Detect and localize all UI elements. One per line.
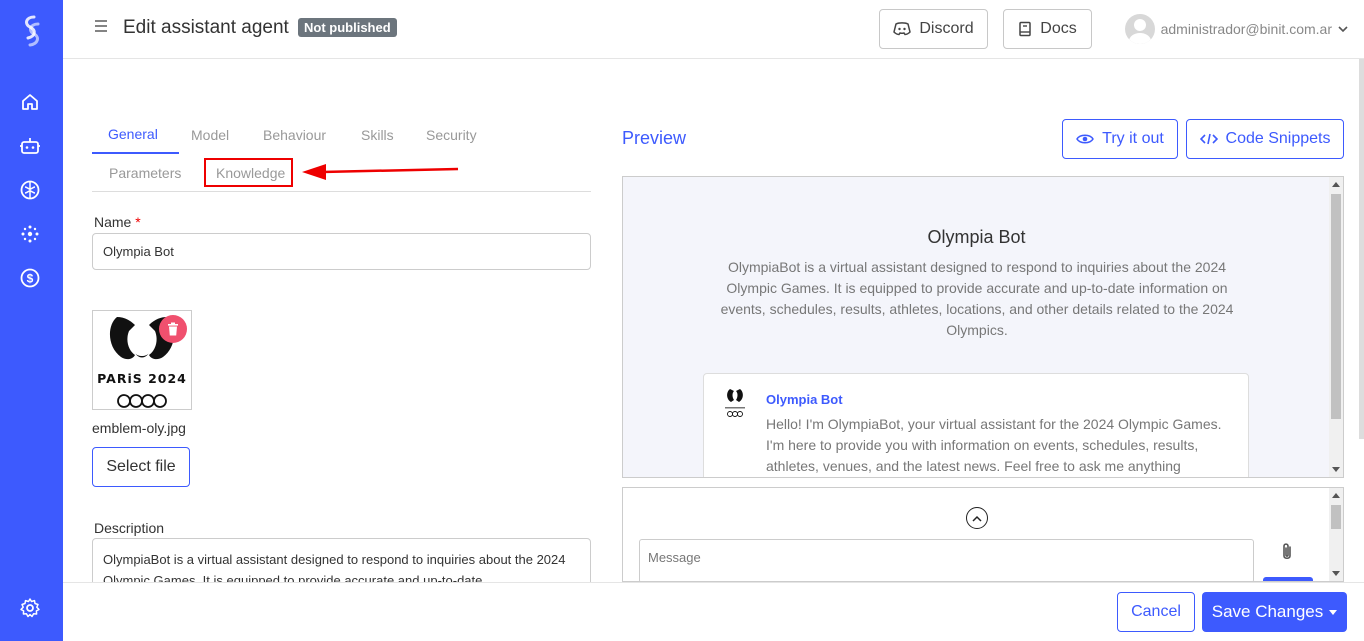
page-scrollbar[interactable]	[1359, 59, 1364, 439]
tab-parameters[interactable]: Parameters	[109, 165, 181, 181]
code-snippets-label: Code Snippets	[1225, 130, 1331, 147]
docs-label: Docs	[1040, 20, 1077, 37]
save-changes-label: Save Changes	[1211, 602, 1324, 621]
book-icon	[1019, 21, 1032, 37]
tab-model[interactable]: Model	[191, 127, 229, 143]
scroll-up-arrow[interactable]	[1332, 182, 1340, 187]
save-changes-button[interactable]: Save Changes	[1202, 592, 1347, 632]
hamburger-menu-icon[interactable]	[93, 18, 109, 34]
delete-image-button[interactable]	[159, 315, 187, 343]
scrollbar-thumb[interactable]	[1331, 505, 1341, 529]
tab-general[interactable]: General	[108, 126, 158, 142]
network-icon[interactable]	[19, 223, 41, 245]
app-logo	[25, 15, 40, 47]
svg-text:$: $	[27, 272, 34, 286]
chat-input-scrollbar[interactable]	[1329, 488, 1343, 581]
discord-label: Discord	[919, 20, 974, 37]
active-tab-indicator	[92, 152, 179, 154]
home-icon[interactable]	[19, 91, 41, 113]
message-sender: Olympia Bot	[766, 392, 843, 407]
top-header: Edit assistant agent Not published Disco…	[63, 0, 1364, 59]
tab-security[interactable]: Security	[426, 127, 477, 143]
image-filename: emblem-oly.jpg	[92, 420, 186, 436]
robot-icon[interactable]	[19, 135, 41, 157]
chat-input-panel: Message	[622, 487, 1344, 582]
chevron-up-icon[interactable]	[966, 507, 988, 529]
user-menu[interactable]: administrador@binit.com.ar	[1124, 14, 1348, 44]
message-text: Hello! I'm OlympiaBot, your virtual assi…	[766, 416, 1222, 474]
bot-avatar-icon	[725, 389, 745, 417]
discord-button[interactable]: Discord	[879, 9, 988, 49]
page-title: Edit assistant agent	[123, 17, 289, 38]
name-label: Name *	[94, 214, 141, 230]
knowledge-highlight-box	[204, 158, 293, 187]
gear-icon[interactable]	[19, 597, 41, 619]
status-badge: Not published	[298, 18, 397, 37]
discord-icon	[893, 22, 912, 36]
cancel-button[interactable]: Cancel	[1117, 592, 1195, 632]
try-it-out-label: Try it out	[1102, 130, 1164, 147]
scroll-up-arrow[interactable]	[1332, 493, 1340, 498]
select-file-button[interactable]: Select file	[92, 447, 190, 487]
code-snippets-button[interactable]: Code Snippets	[1186, 119, 1344, 159]
message-input[interactable]: Message	[639, 539, 1254, 581]
dollar-icon[interactable]: $	[19, 267, 41, 289]
sidebar: $	[0, 0, 63, 641]
paperclip-icon[interactable]	[1279, 542, 1295, 562]
chat-preview-panel: Olympia Bot OlympiaBot is a virtual assi…	[622, 176, 1344, 478]
emblem-text: PARiS 2024	[97, 371, 187, 386]
name-input[interactable]: Olympia Bot	[92, 233, 591, 270]
preview-bot-description: OlympiaBot is a virtual assistant design…	[720, 259, 1234, 338]
preview-bot-name: Olympia Bot	[927, 227, 1026, 247]
preview-scrollbar[interactable]	[1329, 177, 1343, 477]
user-email: administrador@binit.com.ar	[1160, 21, 1332, 37]
caret-down-icon	[1329, 609, 1338, 615]
scroll-down-arrow[interactable]	[1332, 467, 1340, 472]
annotation-arrow-icon	[302, 164, 459, 180]
scrollbar-thumb[interactable]	[1331, 194, 1341, 419]
code-icon	[1199, 133, 1218, 145]
description-label: Description	[94, 520, 165, 536]
scroll-down-arrow[interactable]	[1332, 571, 1340, 576]
tab-behaviour[interactable]: Behaviour	[263, 127, 326, 143]
docs-button[interactable]: Docs	[1003, 9, 1092, 49]
eye-icon	[1076, 134, 1095, 144]
trash-icon	[168, 322, 178, 336]
try-it-out-button[interactable]: Try it out	[1062, 119, 1178, 159]
chat-message: Olympia Bot Hello! I'm OlympiaBot, your …	[703, 373, 1249, 477]
avatar	[1124, 14, 1155, 44]
brain-icon[interactable]	[19, 179, 41, 201]
preview-title: Preview	[622, 128, 687, 148]
chevron-down-icon	[1338, 26, 1348, 33]
tab-skills[interactable]: Skills	[361, 127, 394, 143]
